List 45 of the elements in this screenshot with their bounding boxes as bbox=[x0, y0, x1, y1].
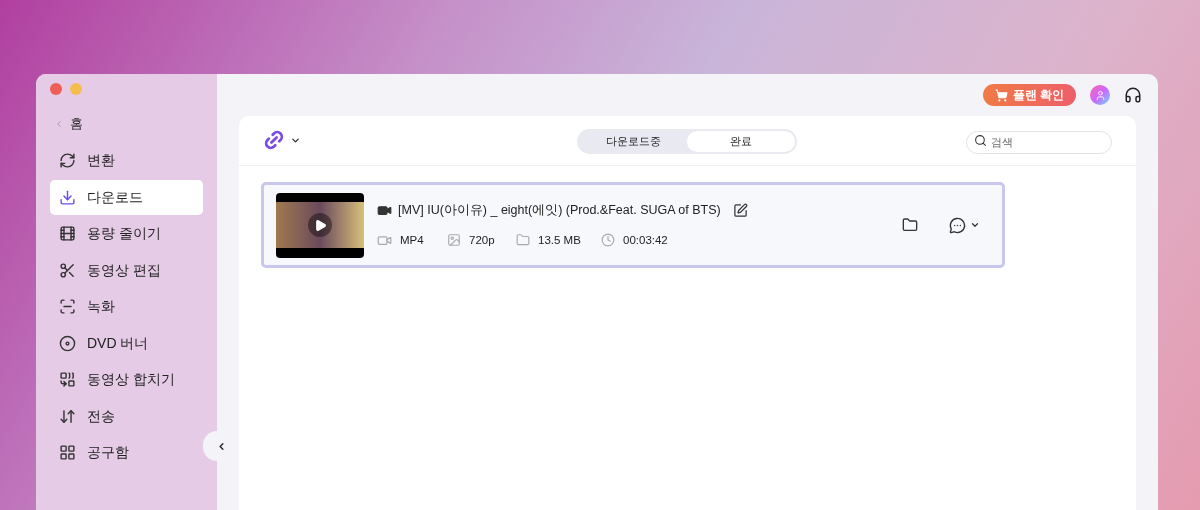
merge-icon bbox=[59, 371, 76, 388]
status-tab[interactable]: 다운로드중 bbox=[579, 131, 687, 152]
film-icon bbox=[59, 225, 76, 242]
sidebar-item[interactable]: 동영상 합치기 bbox=[50, 362, 203, 397]
play-icon bbox=[313, 218, 327, 232]
caret-icon bbox=[970, 220, 980, 230]
status-tab[interactable]: 완료 bbox=[687, 131, 795, 152]
convert-icon bbox=[59, 152, 76, 169]
support-headset-icon[interactable] bbox=[1124, 86, 1142, 104]
more-options-button[interactable] bbox=[949, 216, 980, 234]
caret-icon bbox=[290, 135, 301, 146]
grid-icon bbox=[59, 444, 76, 461]
edit-icon[interactable] bbox=[732, 202, 748, 218]
cart-icon bbox=[994, 88, 1008, 102]
screen-record-icon bbox=[59, 298, 76, 315]
sidebar-item[interactable]: 변환 bbox=[50, 143, 203, 178]
sidebar-item[interactable]: 동영상 편집 bbox=[50, 252, 203, 288]
scissors-icon bbox=[59, 261, 76, 279]
sidebar-item[interactable]: DVD 버너 bbox=[50, 325, 203, 361]
home-back-link[interactable]: 홈 bbox=[54, 115, 203, 133]
back-chevron-icon bbox=[54, 119, 64, 129]
download-card[interactable]: [MV] IU(아이유) _ eight(에잇) (Prod.&Feat. SUGA of BTS) MP4 720p 13.5 MB 00:03:42 bbox=[261, 182, 1005, 268]
open-folder-icon[interactable] bbox=[902, 217, 918, 233]
more-icon bbox=[949, 216, 966, 234]
disc-icon bbox=[59, 334, 76, 352]
transfer-icon bbox=[59, 407, 76, 425]
sidebar-item[interactable]: 다운로드 bbox=[50, 179, 203, 215]
play-button[interactable] bbox=[308, 213, 332, 237]
video-format: MP4 bbox=[400, 232, 425, 248]
video-title: [MV] IU(아이유) _ eight(에잇) (Prod.&Feat. SUGA of BTS) bbox=[398, 202, 721, 219]
sidebar-item[interactable]: 공구함 bbox=[50, 435, 203, 470]
clock-icon bbox=[601, 233, 615, 248]
search-field[interactable]: 검색 bbox=[966, 130, 1112, 154]
sidebar-item[interactable]: 전송 bbox=[50, 398, 203, 434]
avatar[interactable] bbox=[1090, 85, 1110, 105]
download-icon bbox=[59, 188, 76, 206]
video-resolution: 720p bbox=[469, 232, 496, 248]
sidebar-item[interactable]: 용량 줄이기 bbox=[50, 216, 203, 251]
folder-icon bbox=[516, 233, 530, 248]
file-size: 13.5 MB bbox=[538, 232, 582, 248]
sidebar-item[interactable]: 녹화 bbox=[50, 289, 203, 324]
search-icon bbox=[974, 134, 987, 147]
video-duration: 00:03:42 bbox=[623, 232, 668, 248]
user-icon bbox=[1094, 89, 1106, 101]
resolution-icon bbox=[447, 233, 461, 248]
